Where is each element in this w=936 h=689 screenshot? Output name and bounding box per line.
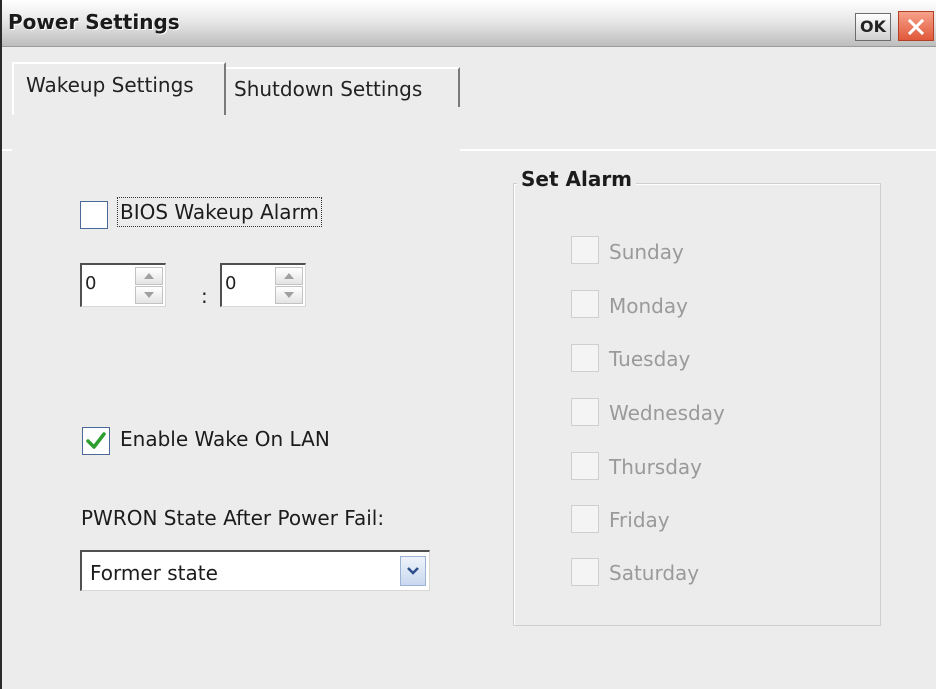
close-button[interactable]: [898, 11, 934, 41]
title-bar: Power Settings OK: [2, 0, 936, 47]
day-label-saturday: Saturday: [609, 561, 700, 585]
window-title: Power Settings: [8, 10, 180, 34]
hour-up-button[interactable]: [135, 267, 163, 285]
bios-wakeup-alarm-checkbox[interactable]: [80, 201, 108, 229]
tab-baseline-left: [2, 149, 12, 151]
tab-shutdown-settings[interactable]: Shutdown Settings: [226, 67, 460, 107]
day-label-wednesday: Wednesday: [609, 401, 725, 425]
arrow-up-icon: [144, 273, 154, 279]
bios-wakeup-alarm-label[interactable]: BIOS Wakeup Alarm: [117, 197, 322, 227]
minute-spin-buttons: [275, 267, 303, 305]
day-label-friday: Friday: [609, 508, 670, 532]
hour-spin-buttons: [135, 267, 163, 305]
wake-on-lan-label: Enable Wake On LAN: [120, 427, 330, 451]
minute-up-button[interactable]: [275, 267, 303, 285]
tab-baseline-right: [460, 149, 936, 151]
dropdown-button[interactable]: [400, 556, 426, 586]
chevron-down-icon: [407, 567, 419, 575]
power-settings-window: Power Settings OK Shutdown Settings Wake…: [0, 0, 936, 689]
tab-wakeup-settings[interactable]: Wakeup Settings: [12, 62, 226, 115]
pwron-state-dropdown[interactable]: Former state: [80, 550, 430, 591]
pwron-state-value: Former state: [90, 561, 218, 585]
minute-down-button[interactable]: [275, 286, 303, 304]
minute-value: 0: [225, 273, 237, 294]
checkmark-icon: [86, 432, 106, 449]
arrow-down-icon: [284, 292, 294, 298]
hour-down-button[interactable]: [135, 286, 163, 304]
day-checkbox-sunday[interactable]: [571, 236, 599, 264]
tab-label: Shutdown Settings: [234, 77, 423, 101]
wake-on-lan-checkbox[interactable]: [82, 427, 110, 455]
day-checkbox-thursday[interactable]: [571, 452, 599, 480]
pwron-state-label: PWRON State After Power Fail:: [81, 506, 385, 530]
day-checkbox-saturday[interactable]: [571, 558, 599, 586]
day-label-sunday: Sunday: [609, 240, 684, 264]
set-alarm-title: Set Alarm: [517, 167, 637, 191]
day-label-monday: Monday: [609, 294, 688, 318]
close-icon: [908, 19, 924, 35]
minute-spinner[interactable]: 0: [220, 263, 306, 307]
arrow-down-icon: [144, 292, 154, 298]
tab-strip: Shutdown Settings Wakeup Settings: [2, 46, 936, 151]
day-checkbox-monday[interactable]: [571, 290, 599, 318]
day-label-thursday: Thursday: [609, 455, 702, 479]
day-checkbox-wednesday[interactable]: [571, 398, 599, 426]
day-label-tuesday: Tuesday: [609, 347, 691, 371]
hour-value: 0: [85, 273, 97, 294]
arrow-up-icon: [284, 273, 294, 279]
hour-spinner[interactable]: 0: [80, 263, 166, 307]
tab-label: Wakeup Settings: [26, 73, 194, 97]
day-checkbox-tuesday[interactable]: [571, 344, 599, 372]
ok-button[interactable]: OK: [855, 13, 891, 41]
time-separator: :: [201, 284, 208, 308]
day-checkbox-friday[interactable]: [571, 505, 599, 533]
